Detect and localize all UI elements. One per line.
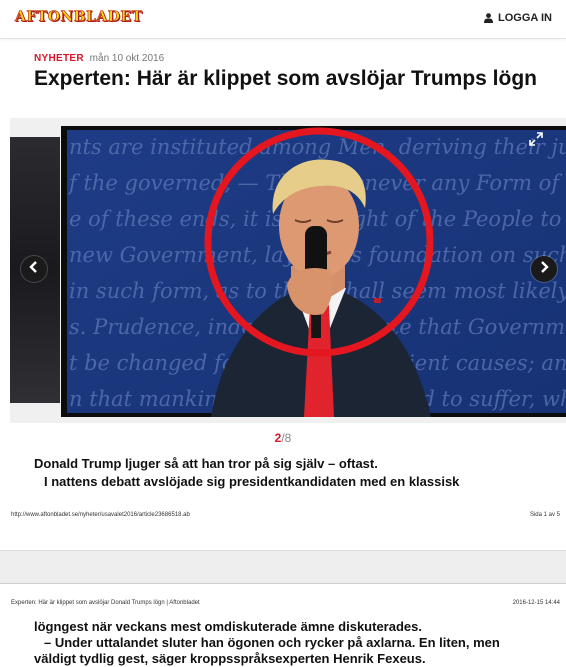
body-line-2: – Under uttalandet sluter han ögonen och… [44,635,500,650]
login-button[interactable]: LOGGA IN [484,12,552,24]
login-label: LOGGA IN [498,12,552,24]
gallery-next-button[interactable] [531,256,557,282]
print-timestamp: 2016-12-15 14:44 [512,600,560,606]
image-caption: Donald Trump ljuger så att han tror på s… [34,455,554,491]
top-navigation-bar: AFTONBLADET LOGGA IN [0,0,566,39]
body-line-1: lögngest när veckans mest omdiskuterade … [34,619,422,634]
article-body: lögngest när veckans mest omdiskuterade … [34,619,560,667]
page-number: Sida 1 av 5 [529,512,560,518]
background-script-line: nts are instituted among Men, deriving t… [69,135,566,159]
aftonbladet-logo[interactable]: AFTONBLADET [15,9,143,26]
article-headline: Experten: Här är klippet som avslöjar Tr… [34,67,537,90]
article-kicker: NYHETER mån 10 okt 2016 [34,53,164,64]
gallery-main-image[interactable]: nts are instituted among Men, deriving t… [61,126,566,417]
caption-line-1: Donald Trump ljuger så att han tror på s… [34,456,378,471]
chevron-right-icon [539,260,549,278]
gallery-prev-button[interactable] [21,256,47,282]
caption-line-2: I nattens debatt avslöjade sig president… [44,474,460,489]
trump-debate-photo: nts are instituted among Men, deriving t… [67,127,566,417]
page-break [0,550,566,584]
section-label[interactable]: NYHETER [34,53,84,64]
gallery-counter: 2/8 [0,431,566,445]
total-slide-number: 8 [284,431,292,445]
document-title: Experten: Här är klippet som avslöjar Do… [11,600,200,606]
expand-icon[interactable] [529,132,543,146]
user-icon [484,13,494,23]
publish-date: mån 10 okt 2016 [89,53,165,64]
article-url: http://www.aftonbladet.se/nyheter/usaval… [11,512,190,518]
chevron-left-icon [29,260,39,278]
